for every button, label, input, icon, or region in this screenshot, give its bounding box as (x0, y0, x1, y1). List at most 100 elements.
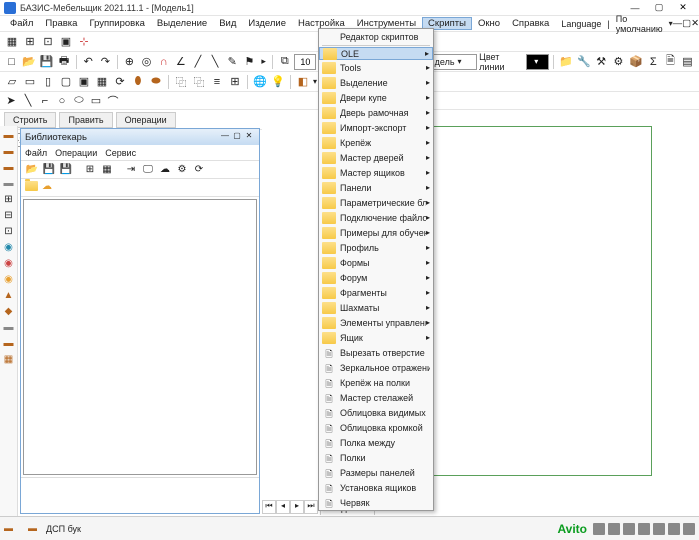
dropdown-folder-item[interactable]: Профиль▸ (319, 240, 433, 255)
panel1-icon[interactable]: ▱ (4, 74, 20, 90)
magnet-icon[interactable]: ∩ (156, 54, 171, 70)
ellipse-icon[interactable]: ⬭ (72, 94, 86, 108)
chart-icon[interactable]: 🗎 (663, 54, 678, 70)
mat1-icon[interactable]: ▬ (2, 128, 16, 142)
rect-icon[interactable]: ▭ (89, 94, 103, 108)
panel5-icon[interactable]: ▣ (76, 74, 92, 90)
lib-menu-ops[interactable]: Операции (55, 148, 97, 158)
menu-select[interactable]: Выделение (151, 17, 213, 30)
dropdown-script-item[interactable]: 🗎Установка ящиков (319, 480, 433, 495)
snap-icon[interactable]: ⊕ (122, 54, 137, 70)
dropdown-script-item[interactable]: 🗎Полка между (319, 435, 433, 450)
line-icon[interactable]: ╱ (190, 54, 205, 70)
menu-file[interactable]: Файл (4, 17, 39, 30)
color-picker[interactable]: ▾ (526, 54, 549, 70)
view1-icon[interactable]: ⊞ (2, 192, 16, 206)
layers-icon[interactable]: ⧉ (277, 54, 292, 70)
dropdown-folder-item[interactable]: Tools▸ (319, 60, 433, 75)
menu-view[interactable]: Вид (213, 17, 242, 30)
default-selector[interactable]: По умолчанию (610, 14, 669, 34)
line2-icon[interactable]: ╲ (208, 54, 223, 70)
color1-icon[interactable]: ◉ (2, 240, 16, 254)
dropdown-script-item[interactable]: 🗎Полки (319, 450, 433, 465)
flag-icon[interactable]: ⚑ (242, 54, 257, 70)
status-r5-icon[interactable] (653, 523, 665, 535)
wood5-icon[interactable]: ▦ (2, 352, 16, 366)
color3-icon[interactable]: ◉ (2, 272, 16, 286)
lib-menu-service[interactable]: Сервис (105, 148, 136, 158)
view3-icon[interactable]: ⊡ (2, 224, 16, 238)
dropdown-folder-item[interactable]: Параметрические блоки▸ (319, 195, 433, 210)
cylinder2-icon[interactable]: ⬬ (148, 74, 164, 90)
wood4-icon[interactable]: ▬ (2, 336, 16, 350)
menu-edit[interactable]: Правка (39, 17, 83, 30)
gear-icon[interactable]: ⚙ (611, 54, 626, 70)
dropdown-folder-item[interactable]: Крепёж▸ (319, 135, 433, 150)
grid2-icon[interactable]: ⊞ (22, 34, 38, 50)
librarian-min-icon[interactable]: — (219, 131, 231, 143)
menu-product[interactable]: Изделие (242, 17, 292, 30)
globe-icon[interactable]: 🌐 (252, 74, 268, 90)
status-r2-icon[interactable] (608, 523, 620, 535)
copy1-icon[interactable]: ⿻ (173, 74, 189, 90)
rotate-icon[interactable]: ⟳ (112, 74, 128, 90)
layers2-icon[interactable]: ≡ (209, 74, 225, 90)
lib-folder-icon[interactable] (25, 181, 38, 191)
mdi-close[interactable]: ✕ (691, 18, 699, 29)
view2-icon[interactable]: ⊟ (2, 208, 16, 222)
dropdown-folder-item[interactable]: Форум▸ (319, 270, 433, 285)
open-icon[interactable]: 📂 (21, 54, 37, 70)
undo-icon[interactable]: ↶ (81, 54, 96, 70)
grid5-icon[interactable]: ⊞ (227, 74, 243, 90)
librarian-pin-icon[interactable]: ▢ (231, 131, 243, 143)
circle-icon[interactable]: ○ (55, 94, 69, 108)
tool1-icon[interactable]: 🔧 (576, 54, 592, 70)
dropdown-script-item[interactable]: 🗎Облицовка кромкой (319, 420, 433, 435)
grid3-icon[interactable]: ⊡ (40, 34, 56, 50)
status-icon1[interactable]: ▬ (4, 523, 16, 535)
lib-refresh-icon[interactable]: ⟳ (192, 163, 206, 177)
tab-nav-prev[interactable]: ◂ (276, 500, 290, 514)
status-r1-icon[interactable] (593, 523, 605, 535)
lib-view2-icon[interactable]: ▦ (100, 163, 114, 177)
tab-nav-next[interactable]: ▸ (290, 500, 304, 514)
lib-open-icon[interactable]: 📂 (25, 163, 39, 177)
dropdown-script-item[interactable]: 🗎Мастер стелажей (319, 390, 433, 405)
copy2-icon[interactable]: ⿻ (191, 74, 207, 90)
box2-icon[interactable]: ◧ (295, 74, 311, 90)
wood3-icon[interactable]: ▬ (2, 320, 16, 334)
panel4-icon[interactable]: ▢ (58, 74, 74, 90)
dropdown-folder-item[interactable]: Импорт-экспорт▸ (319, 120, 433, 135)
mat2-icon[interactable]: ▬ (2, 144, 16, 158)
dropdown-folder-item[interactable]: Панели▸ (319, 180, 433, 195)
grid-icon[interactable]: ▦ (4, 34, 20, 50)
dropdown-script-item[interactable]: 🗎Крепёж на полки (319, 375, 433, 390)
dropdown-script-item[interactable]: 🗎Размеры панелей (319, 465, 433, 480)
status-icon2[interactable]: ▬ (28, 523, 40, 535)
axis-icon[interactable]: ⊹ (76, 34, 92, 50)
dropdown-script-item[interactable]: 🗎Вырезать отверстие (319, 345, 433, 360)
tab-nav-last[interactable]: ⏭ (304, 500, 318, 514)
dropdown-script-item[interactable]: 🗎Червяк (319, 495, 433, 510)
new-icon[interactable]: □ (4, 54, 19, 70)
close-button[interactable]: ✕ (671, 1, 695, 15)
angle-icon[interactable]: ∠ (173, 54, 188, 70)
dropdown-folder-item[interactable]: Двери купе▸ (319, 90, 433, 105)
marker-icon[interactable]: ✎ (225, 54, 240, 70)
box-icon[interactable]: 📦 (628, 54, 644, 70)
dropdown-folder-item[interactable]: Подключение файлов▸ (319, 210, 433, 225)
snap2-icon[interactable]: ◎ (139, 54, 154, 70)
menu-window[interactable]: Окно (472, 17, 506, 30)
folder-icon[interactable]: 📁 (558, 54, 574, 70)
grid4-icon[interactable]: ▣ (58, 34, 74, 50)
redo-icon[interactable]: ↷ (98, 54, 113, 70)
librarian-content[interactable] (23, 199, 257, 475)
pointer-icon[interactable]: ➤ (4, 94, 18, 108)
dropdown-folder-item[interactable]: Шахматы▸ (319, 300, 433, 315)
color2-icon[interactable]: ◉ (2, 256, 16, 270)
lib-cloud2-icon[interactable]: ☁ (42, 181, 52, 194)
dropdown-folder-item[interactable]: Фрагменты▸ (319, 285, 433, 300)
dropdown-folder-item[interactable]: Выделение▸ (319, 75, 433, 90)
print-icon[interactable]: 🖶 (57, 54, 72, 70)
status-r3-icon[interactable] (623, 523, 635, 535)
